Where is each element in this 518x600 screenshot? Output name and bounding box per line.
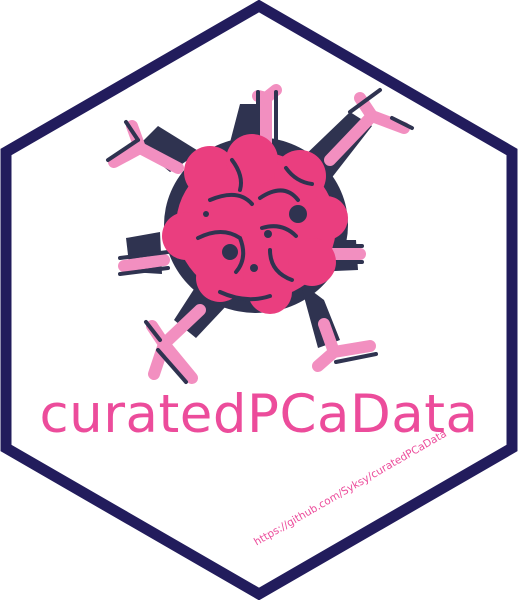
hex-sticker: curatedPCaData https://github.com/Syksy/… [0,0,518,600]
hex-sticker-graphic [0,0,518,600]
